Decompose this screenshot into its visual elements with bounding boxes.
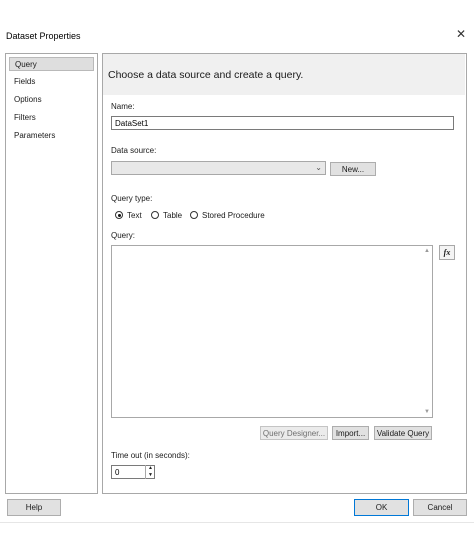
new-datasource-button[interactable]: New...	[330, 162, 376, 176]
timeout-label: Time out (in seconds):	[111, 451, 190, 460]
name-label: Name:	[111, 102, 135, 111]
radio-text[interactable]	[115, 211, 123, 219]
query-label: Query:	[111, 231, 136, 240]
radio-stored-procedure-label: Stored Procedure	[202, 211, 265, 220]
datasource-combobox[interactable]: ⌄	[111, 161, 326, 175]
radio-stored-procedure[interactable]	[190, 211, 198, 219]
radio-table[interactable]	[151, 211, 159, 219]
ok-button[interactable]: OK	[354, 499, 409, 516]
spin-down-icon[interactable]: ▼	[146, 472, 155, 479]
querytype-label: Query type:	[111, 194, 153, 203]
timeout-spinner[interactable]: ▲ ▼	[145, 465, 155, 479]
help-button[interactable]: Help	[7, 499, 61, 516]
nav-item-parameters[interactable]: Parameters	[9, 129, 94, 143]
datasource-label: Data source:	[111, 146, 157, 155]
close-icon[interactable]: ✕	[454, 27, 468, 41]
nav-item-filters[interactable]: Filters	[9, 111, 94, 125]
nav-item-options[interactable]: Options	[9, 93, 94, 107]
nav-panel: Query Fields Options Filters Parameters	[5, 53, 98, 494]
radio-table-label: Table	[163, 211, 183, 220]
scroll-up-icon[interactable]: ▲	[424, 248, 430, 254]
validate-query-button[interactable]: Validate Query	[374, 426, 432, 440]
nav-item-query[interactable]: Query	[9, 57, 94, 71]
scroll-down-icon[interactable]: ▼	[424, 409, 430, 415]
chevron-down-icon: ⌄	[315, 163, 322, 172]
expression-fx-button[interactable]: fx	[439, 245, 455, 260]
query-designer-button[interactable]: Query Designer...	[260, 426, 328, 440]
bottom-divider	[0, 522, 474, 523]
window-title: Dataset Properties	[6, 31, 81, 41]
cancel-button[interactable]: Cancel	[413, 499, 467, 516]
nav-item-fields[interactable]: Fields	[9, 75, 94, 89]
query-textarea[interactable]: ▲ ▼	[111, 245, 433, 418]
import-button[interactable]: Import...	[332, 426, 369, 440]
spin-up-icon[interactable]: ▲	[146, 465, 155, 472]
panel-header-text: Choose a data source and create a query.	[108, 69, 304, 81]
radio-text-label: Text	[127, 211, 142, 220]
name-input[interactable]	[111, 116, 454, 130]
